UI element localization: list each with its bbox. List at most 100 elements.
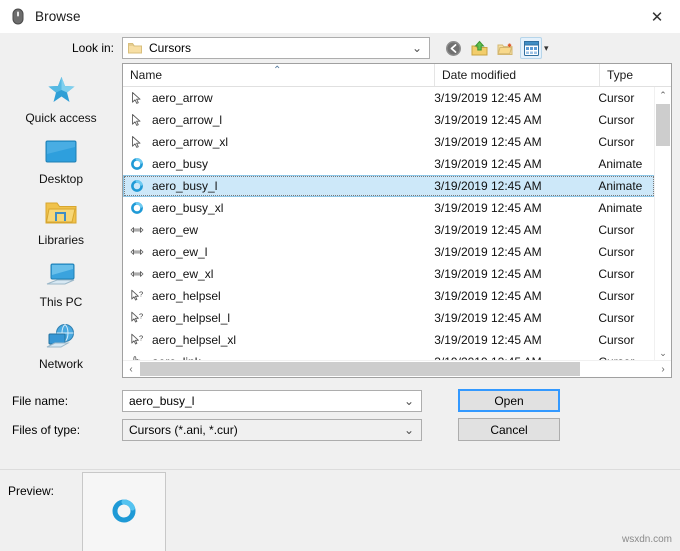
open-button[interactable]: Open — [458, 389, 560, 412]
column-header-label: Name — [130, 68, 163, 82]
cell-type: Cursor — [598, 113, 635, 127]
folder-icon — [128, 42, 142, 54]
busy-ring-icon — [129, 200, 145, 216]
busy-ring-icon — [111, 498, 137, 527]
table-row[interactable]: aero_arrow_xl 3/19/2019 12:45 AM Cursor — [123, 131, 655, 153]
busy-ring-icon — [129, 156, 145, 172]
sidebar-item-libraries[interactable]: Libraries — [5, 193, 117, 255]
cell-name: aero_busy — [124, 156, 434, 172]
file-rows[interactable]: aero_arrow 3/19/2019 12:45 AM Cursor aero_a… — [123, 87, 655, 361]
busy-ring-icon — [129, 178, 145, 194]
star-icon — [46, 75, 77, 108]
monitor-icon — [44, 138, 78, 169]
new-folder-button[interactable] — [494, 37, 516, 59]
cursor-arrow-icon — [129, 90, 145, 106]
column-header-type[interactable]: Type — [600, 64, 656, 86]
cell-date-modified: 3/19/2019 12:45 AM — [434, 311, 542, 325]
sidebar-item-quick-access[interactable]: Quick access — [5, 69, 117, 131]
cell-name: ? aero_helpsel_l — [124, 310, 434, 326]
help-select-icon: ? — [129, 310, 145, 326]
cell-name: aero_busy_xl — [124, 200, 434, 216]
table-row[interactable]: aero_busy_xl 3/19/2019 12:45 AM Animate — [123, 197, 655, 219]
chevron-down-icon[interactable]: ⌄ — [404, 423, 414, 437]
file-name-input[interactable]: aero_busy_l ⌄ — [122, 389, 422, 412]
close-icon[interactable]: ✕ — [634, 0, 680, 33]
file-list[interactable]: Name ⌃ Date modified Type aero_arrow 3/19… — [122, 63, 672, 378]
cell-type: Cursor — [598, 267, 635, 281]
cell-date-modified: 3/19/2019 12:45 AM — [434, 333, 542, 347]
sidebar-item-this-pc[interactable]: This PC — [5, 254, 117, 316]
vertical-scroll-thumb[interactable] — [656, 104, 670, 146]
dialog-form: File name: aero_busy_l ⌄ Open Files of t… — [0, 378, 680, 444]
table-row[interactable]: aero_arrow 3/19/2019 12:45 AM Cursor — [123, 87, 655, 109]
chevron-down-icon[interactable]: ⌄ — [404, 394, 414, 408]
sidebar-item-label: Network — [38, 357, 83, 372]
file-name-text: aero_helpsel — [152, 289, 221, 303]
views-button[interactable] — [520, 37, 542, 59]
resize-ew-icon — [129, 244, 145, 260]
cell-date-modified: 3/19/2019 12:45 AM — [434, 245, 542, 259]
file-name-text: aero_busy_xl — [152, 201, 224, 215]
column-header-name[interactable]: Name ⌃ — [123, 64, 435, 86]
cell-name: ? aero_helpsel — [124, 288, 434, 304]
views-dropdown-caret[interactable]: ▾ — [544, 43, 549, 54]
scroll-right-icon[interactable]: › — [655, 361, 671, 377]
cancel-button[interactable]: Cancel — [458, 418, 560, 441]
sidebar-item-desktop[interactable]: Desktop — [5, 131, 117, 193]
help-select-icon: ? — [129, 288, 145, 304]
sidebar-item-network[interactable]: Network — [5, 316, 117, 378]
vertical-scrollbar[interactable]: ⌃ ⌄ — [654, 87, 671, 361]
navigation-toolbar: ▾ — [442, 37, 549, 59]
look-in-bar: Look in: Cursors ⌄ ▾ — [0, 33, 680, 63]
scroll-left-icon[interactable]: ‹ — [123, 361, 139, 377]
cell-type: Cursor — [598, 135, 635, 149]
column-header-date-modified[interactable]: Date modified — [435, 64, 600, 86]
scroll-up-icon[interactable]: ⌃ — [655, 87, 671, 103]
cell-name: ? aero_helpsel_xl — [124, 332, 434, 348]
cursor-arrow-icon — [129, 134, 145, 150]
preview-thumbnail — [82, 472, 166, 551]
title-bar: Browse ✕ — [0, 0, 680, 33]
sidebar-item-label: Libraries — [37, 233, 85, 248]
table-row[interactable]: aero_ew 3/19/2019 12:45 AM Cursor — [123, 219, 655, 241]
file-name-row: File name: aero_busy_l ⌄ Open — [0, 386, 680, 415]
places-sidebar: Quick access Desktop Libraries This PC N… — [0, 63, 122, 378]
files-of-type-combobox[interactable]: Cursors (*.ani, *.cur) ⌄ — [122, 418, 422, 441]
table-row[interactable]: aero_busy 3/19/2019 12:45 AM Animate — [123, 153, 655, 175]
cursor-arrow-icon — [129, 112, 145, 128]
cell-type: Cursor — [598, 245, 635, 259]
cell-name: aero_ew_l — [124, 244, 434, 260]
scroll-down-icon[interactable]: ⌄ — [655, 345, 671, 361]
cell-name: aero_ew_xl — [124, 266, 434, 282]
dialog-body: Quick access Desktop Libraries This PC N… — [0, 63, 680, 378]
file-name-text: aero_helpsel_l — [152, 311, 231, 325]
up-folder-button[interactable] — [468, 37, 490, 59]
cell-date-modified: 3/19/2019 12:45 AM — [434, 223, 542, 237]
sidebar-item-label: This PC — [39, 295, 83, 310]
help-select-icon: ? — [129, 332, 145, 348]
horizontal-scrollbar[interactable]: ‹ › — [123, 360, 671, 377]
back-button[interactable] — [442, 37, 464, 59]
file-name-text: aero_busy_l — [152, 179, 218, 193]
table-row[interactable]: aero_busy_l 3/19/2019 12:45 AM Animate — [123, 175, 655, 197]
table-row[interactable]: aero_arrow_l 3/19/2019 12:45 AM Cursor — [123, 109, 655, 131]
horizontal-scroll-thumb[interactable] — [140, 362, 580, 376]
globe-network-icon — [44, 323, 78, 354]
table-row[interactable]: aero_ew_l 3/19/2019 12:45 AM Cursor — [123, 241, 655, 263]
file-name-text: aero_arrow_xl — [152, 135, 229, 149]
cell-type: Cursor — [598, 333, 635, 347]
cell-type: Animate — [598, 201, 643, 215]
table-row[interactable]: ? aero_helpsel_xl 3/19/2019 12:45 AM Cursor — [123, 329, 655, 351]
look-in-value: Cursors — [149, 41, 192, 55]
file-name-text: aero_ew_xl — [152, 267, 214, 281]
resize-ew-icon — [129, 266, 145, 282]
cell-date-modified: 3/19/2019 12:45 AM — [434, 91, 542, 105]
table-row[interactable]: ? aero_helpsel 3/19/2019 12:45 AM Cursor — [123, 285, 655, 307]
svg-text:?: ? — [139, 312, 143, 321]
table-row[interactable]: ? aero_helpsel_l 3/19/2019 12:45 AM Cursor — [123, 307, 655, 329]
look-in-combobox[interactable]: Cursors ⌄ — [122, 37, 430, 59]
cell-name: aero_arrow_xl — [124, 134, 434, 150]
table-row[interactable]: aero_ew_xl 3/19/2019 12:45 AM Cursor — [123, 263, 655, 285]
preview-panel: Preview: wsxdn.com — [0, 469, 680, 551]
chevron-down-icon[interactable]: ⌄ — [412, 41, 422, 55]
